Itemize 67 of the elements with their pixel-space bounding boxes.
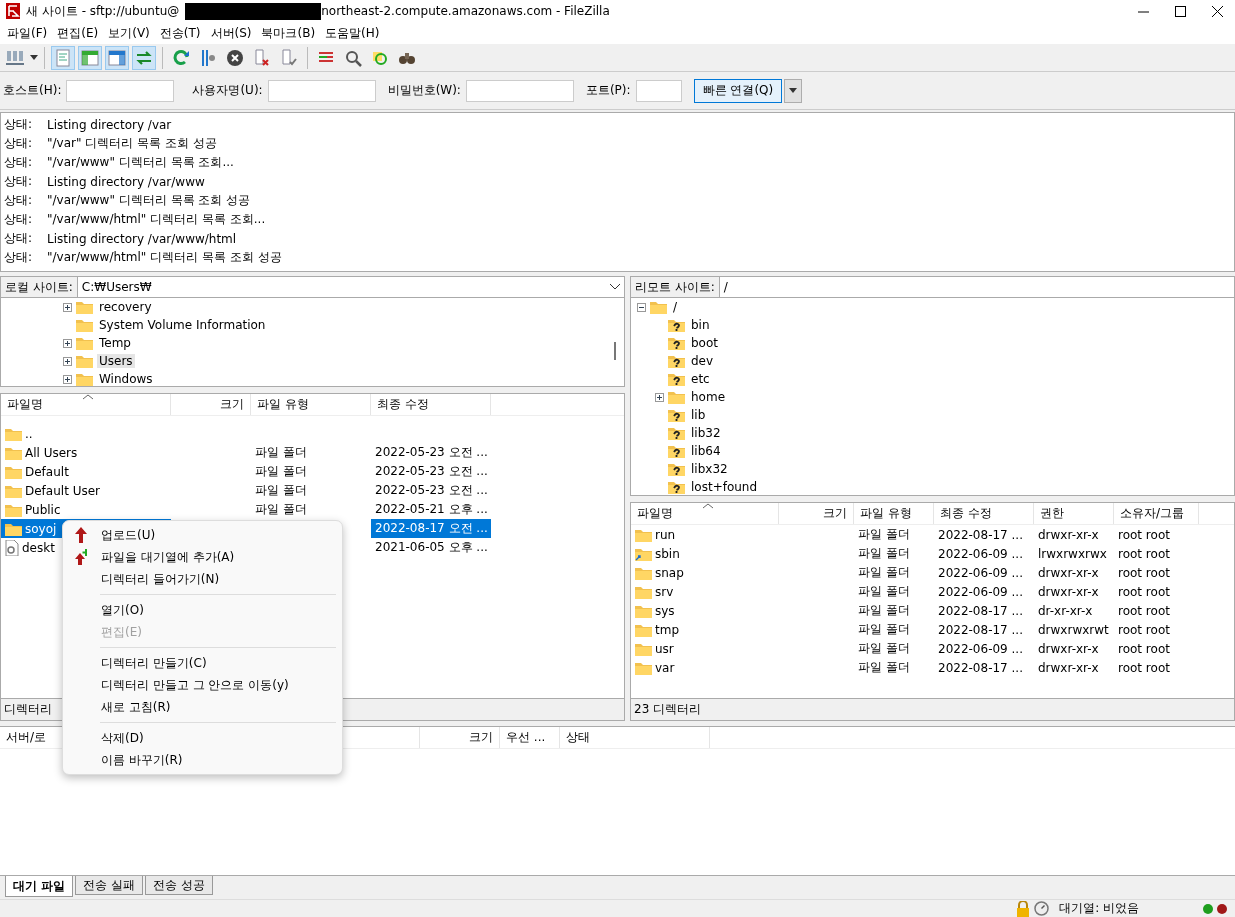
log-message: "/var/www" 디렉터리 목록 조회 성공: [47, 192, 251, 209]
password-label: 비밀번호(W):: [387, 82, 461, 99]
table-cell-text: 파일 폴더: [857, 545, 911, 562]
table-cell-text: 파일 폴더: [254, 444, 308, 461]
table-cell-text: 2022-08-17 ...: [937, 659, 1024, 677]
table-cell-text: 2022-05-23 오전 ...: [374, 463, 489, 480]
table-cell-text: root root: [1117, 640, 1171, 658]
table-cell-text: 2022-06-09 ...: [937, 640, 1024, 658]
table-cell-text: 파일 폴더: [857, 526, 911, 543]
table-cell-text: 파일 폴더: [857, 640, 911, 657]
table-cell-text: drwxr-xr-x: [1037, 526, 1100, 544]
log-message: "/var/www" 디렉터리 목록 조회...: [47, 154, 234, 171]
table-cell-text: root root: [1117, 564, 1171, 582]
username-label: 사용자명(U):: [192, 82, 263, 99]
table-cell-text: root root: [1117, 526, 1171, 544]
log-label: 상태:: [4, 192, 34, 209]
remote-status-text: 23 디렉터리: [634, 701, 702, 718]
table-cell-text: 2022-06-09 ...: [937, 564, 1024, 582]
log-label: 상태:: [4, 135, 34, 152]
log-message: "/var/www/html" 디렉터리 목록 조회 성공: [47, 249, 282, 266]
table-cell-text: 2022-05-21 오후 ...: [374, 501, 489, 518]
port-label: 포트(P):: [585, 82, 631, 99]
host-label: 호스트(H):: [3, 82, 62, 99]
log-message: Listing directory /var/www/html: [47, 231, 237, 246]
table-cell-text: drwxrwxrwt: [1037, 621, 1110, 639]
table-cell-text: 파일 폴더: [857, 564, 911, 581]
log-message: "/var" 디렉터리 목록 조회 성공: [47, 135, 217, 152]
window-title: northeast-2.compute.amazonaws.com - FileZilla: [321, 4, 610, 18]
log-message: Listing directory /var: [47, 117, 172, 132]
table-cell-text: root root: [1117, 602, 1171, 620]
log-label: 상태:: [4, 154, 34, 171]
table-cell-text: 파일 폴더: [857, 583, 911, 600]
table-cell-text: 2022-05-23 오전 ...: [374, 444, 489, 461]
table-cell-text: 파일 폴더: [857, 659, 911, 676]
table-cell-text: drwxr-xr-x: [1037, 640, 1100, 658]
log-label: 상태:: [4, 249, 34, 266]
table-cell-text: root root: [1117, 659, 1171, 677]
table-cell-text: 파일 폴더: [857, 621, 911, 638]
table-cell-text: 2021-06-05 오후 ...: [374, 539, 489, 556]
queue-status-text: 대기열: 비었음: [1059, 900, 1139, 917]
table-cell-text: 2022-08-17 ...: [937, 526, 1024, 544]
table-cell-text: dr-xr-xr-x: [1037, 602, 1094, 620]
table-cell-text: 파일 폴더: [254, 463, 308, 480]
log-label: 상태:: [4, 116, 34, 133]
table-cell-text: root root: [1117, 583, 1171, 601]
table-cell-text: root root: [1117, 621, 1171, 639]
table-cell-text: drwxr-xr-x: [1037, 564, 1100, 582]
table-cell-text: 2022-08-17 ...: [937, 602, 1024, 620]
window-title: 새 사이트 - sftp://ubuntu@: [26, 2, 180, 20]
table-cell-text: 파일 폴더: [857, 602, 911, 619]
table-cell-text: drwxr-xr-x: [1037, 659, 1100, 677]
table-cell-text: 2022-08-17 ...: [937, 621, 1024, 639]
log-message: Listing directory /var/www: [47, 174, 205, 189]
table-cell-text: 2022-06-09 ...: [937, 545, 1024, 563]
table-cell-text: lrwxrwxrwx: [1037, 545, 1108, 563]
local-status-text: 디렉터리: [4, 701, 52, 718]
log-label: 상태:: [4, 230, 34, 247]
table-cell-text: 2022-06-09 ...: [937, 583, 1024, 601]
table-cell-text: 파일 폴더: [254, 482, 308, 499]
table-cell-text: 2022-05-23 오전 ...: [374, 482, 489, 499]
table-cell-text: root root: [1117, 545, 1171, 563]
table-cell-text: drwxr-xr-x: [1037, 583, 1100, 601]
log-label: 상태:: [4, 173, 34, 190]
log-message: "/var/www/html" 디렉터리 목록 조회...: [47, 211, 266, 228]
log-label: 상태:: [4, 211, 34, 228]
table-cell-text: 파일 폴더: [254, 501, 308, 518]
table-cell: 2022-08-17 오전 ...: [371, 519, 491, 538]
